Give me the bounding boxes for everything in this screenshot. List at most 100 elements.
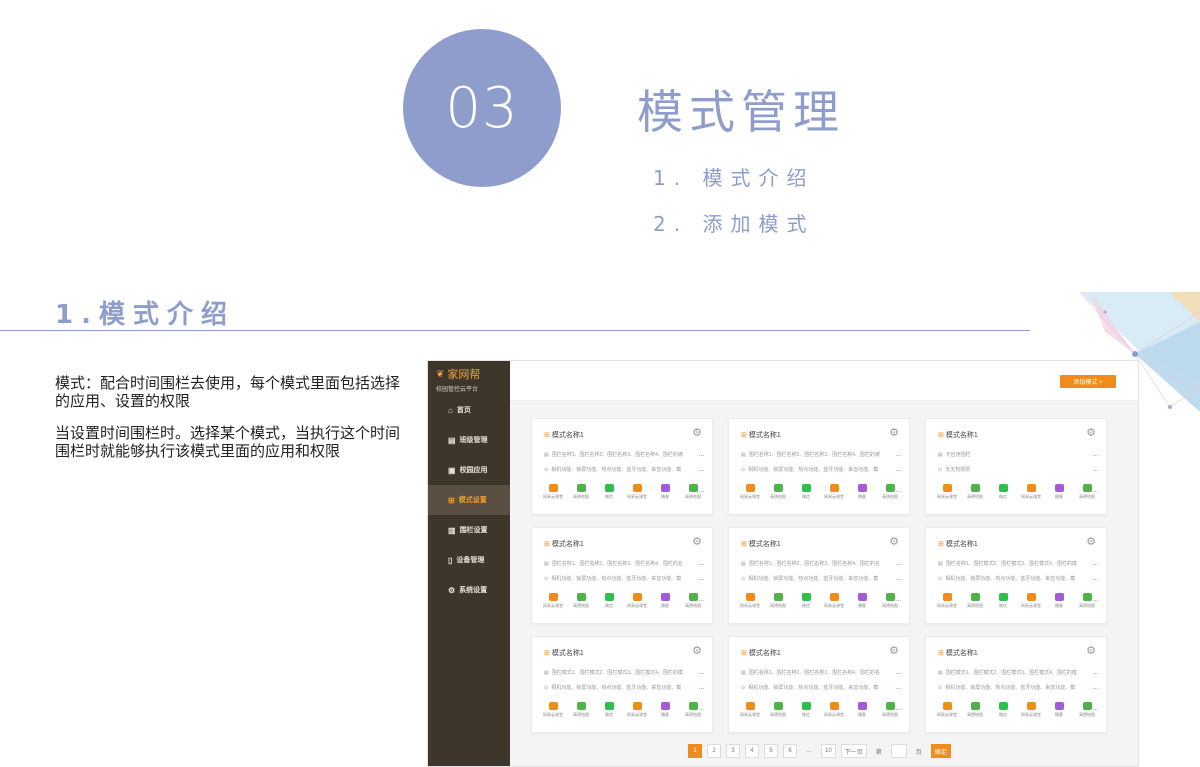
app-item[interactable]: 高德地图 bbox=[962, 593, 988, 609]
more-apps-icon[interactable]: ... bbox=[896, 597, 901, 603]
app-item[interactable]: 网易云课堂 bbox=[737, 484, 763, 500]
app-item[interactable]: 微信 bbox=[990, 702, 1016, 718]
mode-card[interactable]: ⊞ 模式名称1 ⚙ ▤ 无应用围栏... ⊙ 无无权限限... 网易云课堂 高德地图 微信 网易云课… bbox=[925, 418, 1107, 515]
app-item[interactable]: 网易云课堂 bbox=[624, 702, 650, 718]
app-item[interactable]: 高德地图 bbox=[568, 702, 594, 718]
sidebar-item[interactable]: ▤ 班级管理 bbox=[428, 425, 510, 455]
gear-icon[interactable]: ⚙ bbox=[692, 426, 702, 439]
add-mode-button[interactable]: 添加模式 + bbox=[1060, 375, 1116, 388]
app-item[interactable]: 播客 bbox=[849, 484, 875, 500]
app-item[interactable]: 微信 bbox=[596, 593, 622, 609]
page-button[interactable]: 4 bbox=[745, 744, 759, 758]
app-item[interactable]: 网易云课堂 bbox=[1018, 484, 1044, 500]
more-icon[interactable]: ... bbox=[896, 576, 901, 582]
app-item[interactable]: 高德地图 bbox=[962, 702, 988, 718]
sidebar-item[interactable]: ⌂ 首页 bbox=[428, 395, 510, 425]
more-apps-icon[interactable]: ... bbox=[1093, 706, 1098, 712]
page-button[interactable]: 3 bbox=[726, 744, 740, 758]
app-item[interactable]: 网易云课堂 bbox=[737, 593, 763, 609]
more-icon[interactable]: ... bbox=[1093, 467, 1098, 473]
mode-card[interactable]: ⊞ 模式名称1 ⚙ ▤ 围栏模式1、围栏模式2、围栏模式3、围栏模式4、围栏的模... ⊙… bbox=[531, 636, 713, 733]
sidebar-item[interactable]: ⚙ 系统设置 bbox=[428, 575, 510, 605]
more-icon[interactable]: ... bbox=[1093, 561, 1098, 567]
app-item[interactable]: 网易云课堂 bbox=[821, 593, 847, 609]
app-item[interactable]: 网易云课堂 bbox=[540, 702, 566, 718]
more-icon[interactable]: ... bbox=[699, 670, 704, 676]
app-item[interactable]: 网易云课堂 bbox=[1018, 702, 1044, 718]
next-page-button[interactable]: 下一页 bbox=[840, 744, 867, 758]
more-apps-icon[interactable]: ... bbox=[699, 706, 704, 712]
app-item[interactable]: 微信 bbox=[990, 593, 1016, 609]
gear-icon[interactable]: ⚙ bbox=[692, 644, 702, 657]
mode-card[interactable]: ⊞ 模式名称1 ⚙ ▤ 围栏名称1、围栏名称2、围栏名称3、围栏名称4、围栏的被... ⊙… bbox=[728, 418, 910, 515]
app-item[interactable]: 播客 bbox=[849, 702, 875, 718]
more-icon[interactable]: ... bbox=[699, 685, 704, 691]
goto-page-input[interactable] bbox=[890, 744, 907, 758]
app-item[interactable]: 微信 bbox=[793, 593, 819, 609]
mode-card[interactable]: ⊞ 模式名称1 ⚙ ▤ 围栏名称1、围栏名称2、围栏名称3、围栏名称4、围栏的名... ⊙… bbox=[728, 636, 910, 733]
more-apps-icon[interactable]: ... bbox=[896, 488, 901, 494]
more-icon[interactable]: ... bbox=[1093, 670, 1098, 676]
more-apps-icon[interactable]: ... bbox=[896, 706, 901, 712]
page-button[interactable]: 2 bbox=[707, 744, 721, 758]
app-item[interactable]: 网易云课堂 bbox=[821, 702, 847, 718]
app-item[interactable]: 高德地图 bbox=[568, 593, 594, 609]
page-button[interactable]: 10 bbox=[821, 744, 836, 758]
app-item[interactable]: 网易云课堂 bbox=[540, 593, 566, 609]
more-apps-icon[interactable]: ... bbox=[1093, 597, 1098, 603]
more-icon[interactable]: ... bbox=[699, 467, 704, 473]
page-button[interactable]: 1 bbox=[688, 744, 702, 758]
app-item[interactable]: 网易云课堂 bbox=[821, 484, 847, 500]
app-item[interactable]: 网易云课堂 bbox=[934, 593, 960, 609]
app-item[interactable]: 网易云课堂 bbox=[934, 702, 960, 718]
app-logo[interactable]: ❦ 家网帮 校园管控云平台 bbox=[428, 361, 510, 395]
more-icon[interactable]: ... bbox=[896, 670, 901, 676]
app-item[interactable]: 网易云课堂 bbox=[540, 484, 566, 500]
more-icon[interactable]: ... bbox=[896, 685, 901, 691]
app-item[interactable]: 高德地图 bbox=[765, 702, 791, 718]
app-item[interactable]: 网易云课堂 bbox=[737, 702, 763, 718]
app-item[interactable]: 网易云课堂 bbox=[624, 484, 650, 500]
mode-card[interactable]: ⊞ 模式名称1 ⚙ ▤ 围栏名称1、围栏模式2、围栏模式3、围栏模式4、围栏的模... ⊙… bbox=[925, 527, 1107, 624]
sidebar-item[interactable]: ⊞ 模式设置 bbox=[428, 485, 510, 515]
app-item[interactable]: 网易云课堂 bbox=[1018, 593, 1044, 609]
more-apps-icon[interactable]: ... bbox=[699, 488, 704, 494]
gear-icon[interactable]: ⚙ bbox=[889, 535, 899, 548]
app-item[interactable]: 网易云课堂 bbox=[934, 484, 960, 500]
more-icon[interactable]: ... bbox=[896, 561, 901, 567]
more-icon[interactable]: ... bbox=[699, 576, 704, 582]
gear-icon[interactable]: ⚙ bbox=[889, 644, 899, 657]
more-icon[interactable]: ... bbox=[896, 467, 901, 473]
sidebar-item[interactable]: ▥ 围栏设置 bbox=[428, 515, 510, 545]
page-button[interactable]: 5 bbox=[764, 744, 778, 758]
more-apps-icon[interactable]: ... bbox=[699, 597, 704, 603]
gear-icon[interactable]: ⚙ bbox=[1086, 644, 1096, 657]
gear-icon[interactable]: ⚙ bbox=[692, 535, 702, 548]
gear-icon[interactable]: ⚙ bbox=[1086, 535, 1096, 548]
gear-icon[interactable]: ⚙ bbox=[1086, 426, 1096, 439]
sidebar-item[interactable]: ▯ 设备管理 bbox=[428, 545, 510, 575]
more-icon[interactable]: ... bbox=[1093, 452, 1098, 458]
app-item[interactable]: 高德地图 bbox=[765, 484, 791, 500]
app-item[interactable]: 播客 bbox=[849, 593, 875, 609]
app-item[interactable]: 网易云课堂 bbox=[624, 593, 650, 609]
mode-card[interactable]: ⊞ 模式名称1 ⚙ ▤ 围栏名称1、围栏名称2、围栏名称3、围栏名称4、围栏的被... ⊙… bbox=[531, 418, 713, 515]
more-icon[interactable]: ... bbox=[1093, 576, 1098, 582]
mode-card[interactable]: ⊞ 模式名称1 ⚙ ▤ 围栏名称1、围栏名称2、围栏名称3、围栏名称4、围栏的名... ⊙… bbox=[728, 527, 910, 624]
mode-card[interactable]: ⊞ 模式名称1 ⚙ ▤ 围栏名称1、围栏名称2、围栏名称3、围栏名称4、围栏的名... ⊙… bbox=[531, 527, 713, 624]
confirm-button[interactable]: 确定 bbox=[930, 744, 951, 758]
mode-card[interactable]: ⊞ 模式名称1 ⚙ ▤ 围栏模式1、围栏模式2、围栏模式3、围栏模式4、围栏的模... ⊙… bbox=[925, 636, 1107, 733]
app-item[interactable]: 微信 bbox=[990, 484, 1016, 500]
app-item[interactable]: 微信 bbox=[596, 484, 622, 500]
app-item[interactable]: 播客 bbox=[1046, 593, 1072, 609]
app-item[interactable]: 播客 bbox=[652, 593, 678, 609]
app-item[interactable]: 播客 bbox=[652, 702, 678, 718]
app-item[interactable]: 播客 bbox=[652, 484, 678, 500]
app-item[interactable]: 播客 bbox=[1046, 484, 1072, 500]
more-icon[interactable]: ... bbox=[699, 561, 704, 567]
sidebar-item[interactable]: ▣ 校园应用 bbox=[428, 455, 510, 485]
more-icon[interactable]: ... bbox=[699, 452, 704, 458]
app-item[interactable]: 高德地图 bbox=[568, 484, 594, 500]
more-apps-icon[interactable]: ... bbox=[1093, 488, 1098, 494]
app-item[interactable]: 高德地图 bbox=[765, 593, 791, 609]
